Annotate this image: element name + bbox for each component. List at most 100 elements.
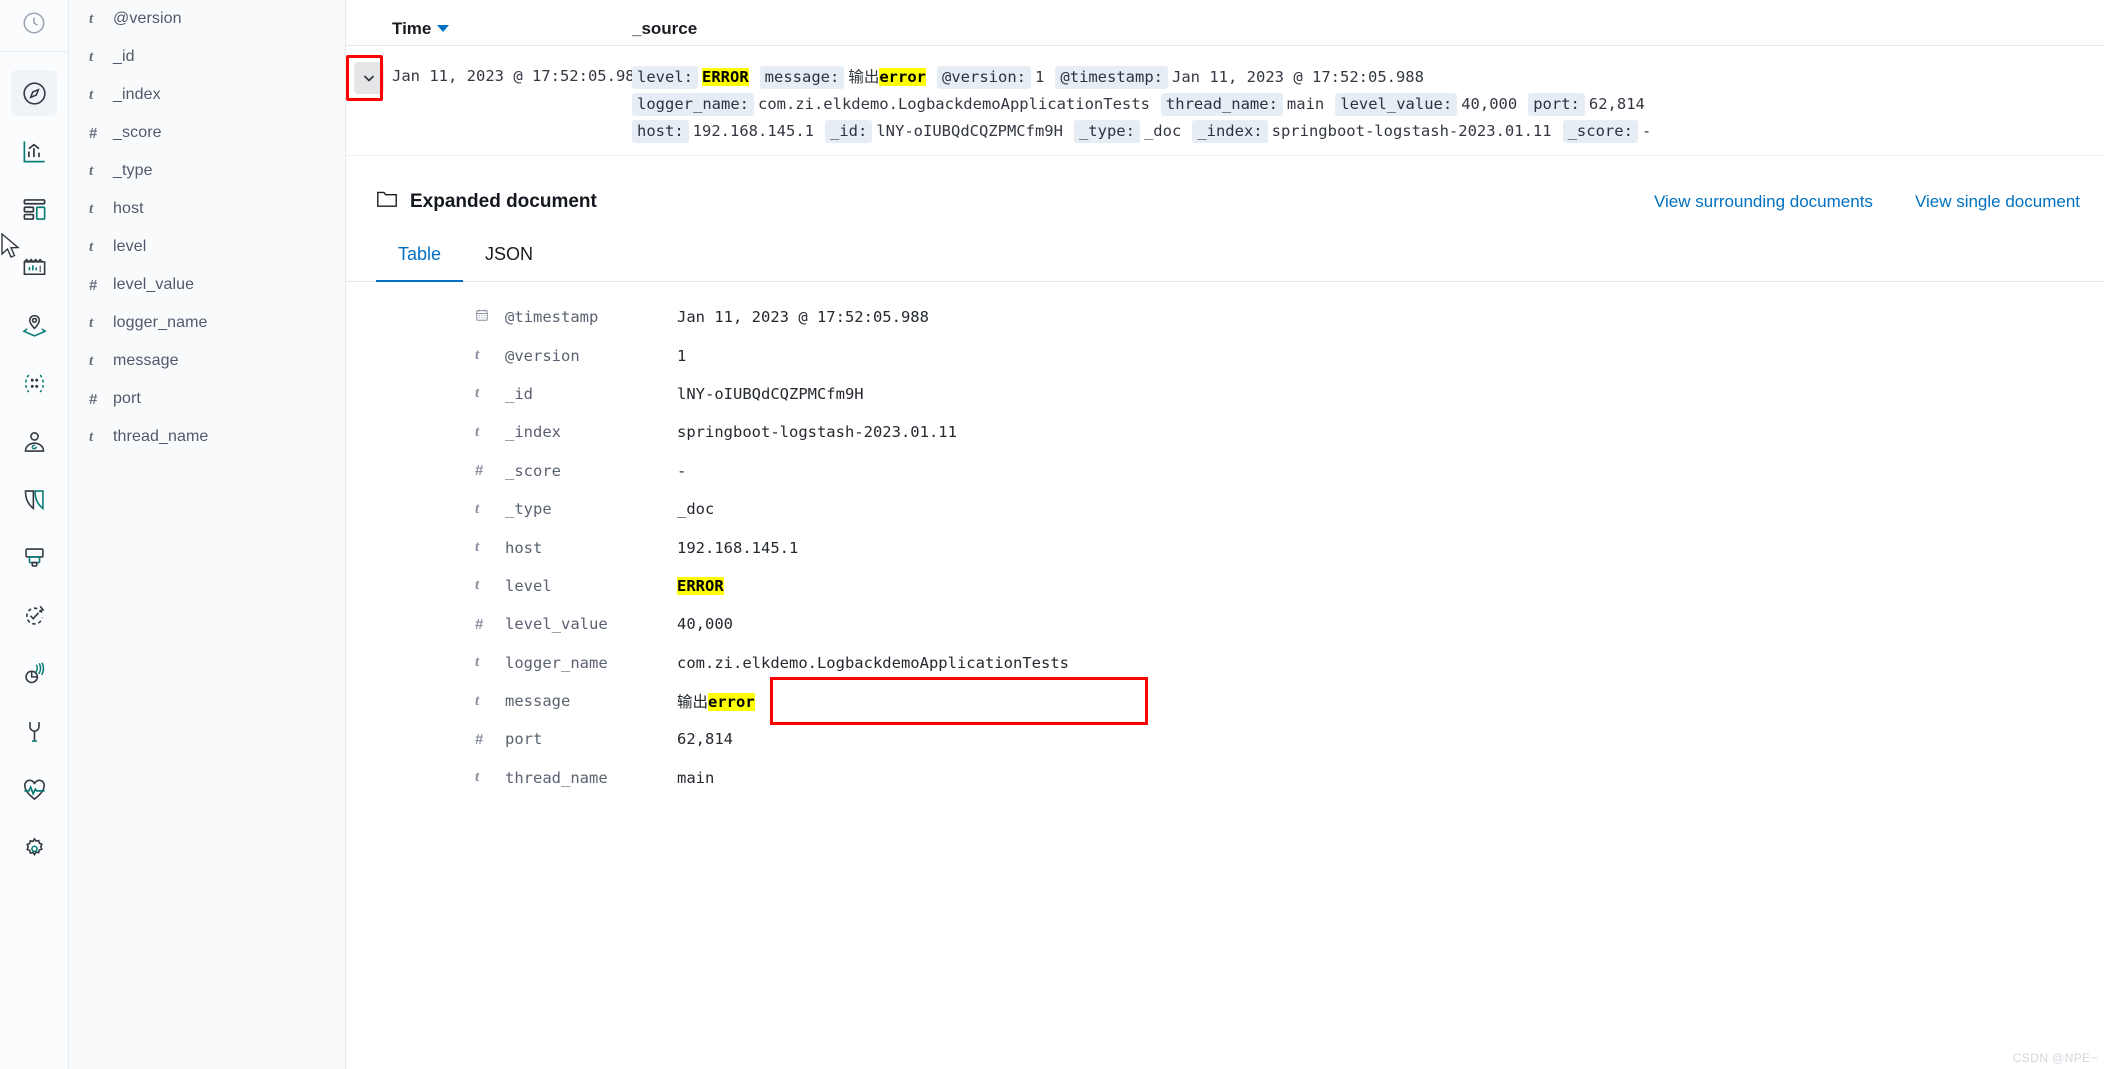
sort-desc-icon[interactable]	[437, 24, 450, 32]
document-field-name: logger_name	[505, 653, 608, 672]
document-field-value: main	[677, 768, 715, 787]
expand-row-button[interactable]	[354, 62, 384, 94]
sidebar-item-dashboard[interactable]	[11, 186, 57, 232]
graph-icon	[21, 428, 48, 455]
source-field-key: host:	[632, 120, 689, 143]
field-list-item[interactable]: # port	[69, 380, 345, 418]
field-list-item-label: _id	[113, 48, 135, 65]
source-field-value: 1	[1035, 68, 1045, 86]
source-field-value: springboot-logstash-2023.01.11	[1271, 122, 1552, 140]
logs-icon	[21, 602, 48, 629]
field-list-item[interactable]: t @version	[69, 0, 345, 38]
uptime-icon	[21, 486, 48, 513]
sidebar-item-machine-learning[interactable]	[11, 360, 57, 406]
primary-nav-rail	[0, 0, 69, 1069]
sidebar-item-management[interactable]	[11, 824, 57, 870]
source-column-header: _source	[632, 19, 698, 38]
sidebar-item-dev-tools[interactable]	[11, 708, 57, 754]
string-type-icon: t	[89, 428, 94, 445]
document-field-name: _score	[505, 461, 561, 480]
document-field-name: host	[505, 538, 543, 557]
string-type-icon: t	[475, 500, 480, 517]
sidebar-item-maps[interactable]	[11, 302, 57, 348]
string-type-icon: t	[475, 385, 480, 402]
source-line: logger_name: com.zi.elkdemo.LogbackdemoAp…	[632, 91, 2090, 118]
gear-icon	[21, 834, 48, 861]
source-field-key: level_value:	[1335, 93, 1458, 116]
metrics-icon	[21, 544, 48, 571]
document-field-row: # port 62,814	[346, 720, 2104, 758]
string-type-icon: t	[89, 314, 94, 331]
expanded-document-links: View surrounding documents View single d…	[1654, 192, 2080, 212]
sidebar-item-visualize[interactable]	[11, 128, 57, 174]
view-surrounding-documents-link[interactable]: View surrounding documents	[1654, 192, 1873, 212]
document-field-row: t thread_name main	[346, 759, 2104, 797]
field-list-item-label: _type	[113, 162, 153, 179]
number-type-icon: #	[475, 730, 484, 748]
apm-icon	[21, 660, 48, 687]
source-field-key: message:	[759, 66, 845, 89]
doc-row-time: Jan 11, 2023 @ 17:52:05.988	[392, 67, 644, 85]
source-field-key: _id:	[825, 120, 873, 143]
view-single-document-link[interactable]: View single document	[1915, 192, 2080, 212]
watermark: CSDN @NPE~	[2012, 1051, 2098, 1065]
document-field-name: @timestamp	[505, 308, 599, 327]
source-field-value: lNY-oIUBQdCQZPMCfm9H	[876, 122, 1063, 140]
sidebar-item-apm[interactable]	[11, 650, 57, 696]
sidebar-item-stack-monitoring[interactable]	[11, 766, 57, 812]
field-list-item-label: thread_name	[113, 428, 209, 445]
document-field-row: # _score -	[346, 452, 2104, 490]
source-line: host: 192.168.145.1 _id: lNY-oIUBQdCQZPMCfm…	[632, 118, 2090, 145]
doc-table-header: Time _source	[346, 0, 2104, 46]
string-type-icon: t	[89, 48, 94, 65]
sidebar-item-discover[interactable]	[11, 70, 57, 116]
sidebar-item-metrics[interactable]	[11, 534, 57, 580]
expanded-document-tabs: Table JSON	[346, 238, 2104, 282]
sidebar-item-logs[interactable]	[11, 592, 57, 638]
source-field-value: 192.168.145.1	[692, 122, 814, 140]
string-type-icon: t	[89, 86, 94, 103]
highlighted-term: ERROR	[677, 576, 724, 595]
source-field-value: com.zi.elkdemo.LogbackdemoApplicationTes…	[757, 95, 1150, 113]
highlighted-term: error	[708, 693, 755, 712]
field-list-item[interactable]: t level	[69, 228, 345, 266]
number-type-icon: #	[89, 124, 98, 142]
string-type-icon: t	[475, 423, 480, 440]
document-field-value: 输出error	[677, 693, 755, 712]
kibana-discover-page: t @version t _id t _index # _score t _type t host t l…	[0, 0, 2104, 1069]
document-field-value: 40,000	[677, 615, 733, 634]
visualize-icon	[21, 138, 48, 165]
field-list-item[interactable]: t message	[69, 342, 345, 380]
tab-json[interactable]: JSON	[463, 238, 555, 281]
document-field-name: level_value	[505, 615, 608, 634]
document-field-name: @version	[505, 346, 580, 365]
dashboard-icon	[21, 196, 48, 223]
field-list-item[interactable]: # level_value	[69, 266, 345, 304]
string-type-icon: t	[89, 352, 94, 369]
document-field-value: -	[677, 461, 687, 480]
sidebar-item-uptime[interactable]	[11, 476, 57, 522]
string-type-icon: t	[89, 10, 94, 27]
source-field-key: logger_name:	[632, 93, 754, 116]
string-type-icon: t	[475, 347, 480, 364]
recently-viewed-icon[interactable]	[21, 10, 47, 41]
field-list-item[interactable]: t _id	[69, 38, 345, 76]
expanded-document-title: Expanded document	[410, 191, 597, 212]
field-list-item[interactable]: t logger_name	[69, 304, 345, 342]
field-list-item[interactable]: t _type	[69, 152, 345, 190]
time-column-header[interactable]: Time	[392, 19, 632, 39]
document-field-row: t host 192.168.145.1	[346, 528, 2104, 566]
source-field-key: @timestamp:	[1055, 66, 1169, 89]
field-list-item[interactable]: t _index	[69, 76, 345, 114]
document-field-name: port	[505, 730, 543, 749]
expanded-document-title-group: Expanded document	[376, 189, 597, 215]
field-list-item[interactable]: t thread_name	[69, 418, 345, 456]
field-list-item[interactable]: # _score	[69, 114, 345, 152]
document-field-row: t _id lNY-oIUBQdCQZPMCfm9H	[346, 375, 2104, 413]
string-type-icon: t	[475, 539, 480, 556]
string-type-icon: t	[89, 238, 94, 255]
field-list-item[interactable]: t host	[69, 190, 345, 228]
tab-table[interactable]: Table	[376, 238, 464, 282]
source-field-value: ERROR	[702, 68, 749, 86]
sidebar-item-graph[interactable]	[11, 418, 57, 464]
